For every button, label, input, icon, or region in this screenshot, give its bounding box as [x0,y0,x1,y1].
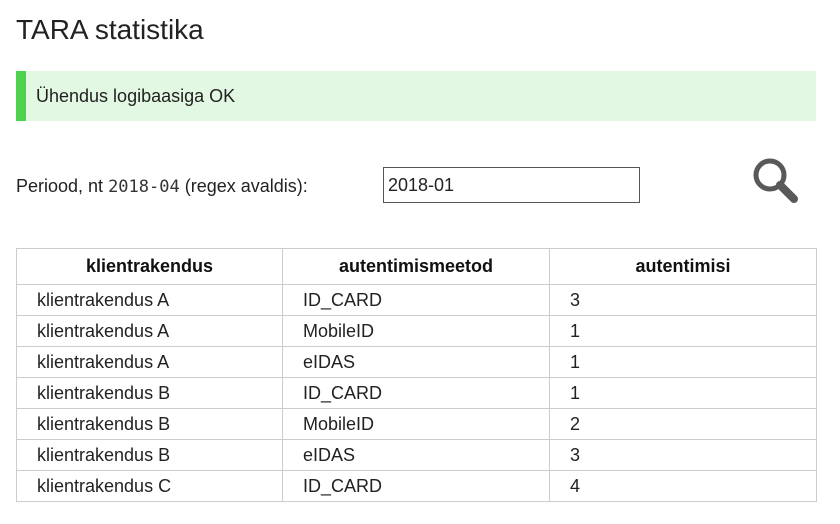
status-message: Ühendus logibaasiga OK [36,85,236,106]
cell-count: 1 [549,346,817,378]
cell-method: ID_CARD [282,377,550,409]
cell-client: klientrakendus B [16,439,283,471]
search-button[interactable] [748,152,804,208]
period-label: Periood, nt 2018-04 (regex avaldis): [16,174,308,199]
table-header-row: klientrakendus autentimismeetod autentim… [16,248,817,285]
cell-count: 3 [549,439,817,471]
table-row: klientrakendus B eIDAS 3 [16,439,817,471]
period-label-suffix: (regex avaldis): [179,176,308,196]
page: TARA statistika Ühendus logibaasiga OK P… [0,0,840,524]
cell-method: eIDAS [282,439,550,471]
cell-count: 4 [549,470,817,502]
search-icon [753,158,798,203]
cell-client: klientrakendus B [16,377,283,409]
cell-count: 3 [549,284,817,316]
statistics-table: klientrakendus autentimismeetod autentim… [16,248,817,502]
cell-client: klientrakendus A [16,315,283,347]
cell-count: 2 [549,408,817,440]
cell-method: ID_CARD [282,284,550,316]
cell-client: klientrakendus A [16,284,283,316]
table-row: klientrakendus A eIDAS 1 [16,346,817,378]
cell-client: klientrakendus A [16,346,283,378]
status-message-box: Ühendus logibaasiga OK [16,71,816,121]
period-input[interactable] [383,167,640,203]
period-label-example: 2018-04 [108,177,180,197]
cell-client: klientrakendus C [16,470,283,502]
cell-method: MobileID [282,315,550,347]
cell-count: 1 [549,315,817,347]
cell-method: MobileID [282,408,550,440]
cell-count: 1 [549,377,817,409]
page-title: TARA statistika [16,14,204,45]
table-row: klientrakendus B MobileID 2 [16,408,817,440]
column-header-client: klientrakendus [16,248,283,285]
cell-method: ID_CARD [282,470,550,502]
period-label-prefix: Periood, nt [16,176,109,196]
table-row: klientrakendus B ID_CARD 1 [16,377,817,409]
column-header-method: autentimismeetod [282,248,550,285]
column-header-count: autentimisi [549,248,817,285]
cell-client: klientrakendus B [16,408,283,440]
table-row: klientrakendus A MobileID 1 [16,315,817,347]
table-row: klientrakendus C ID_CARD 4 [16,470,817,502]
table-row: klientrakendus A ID_CARD 3 [16,284,817,316]
cell-method: eIDAS [282,346,550,378]
